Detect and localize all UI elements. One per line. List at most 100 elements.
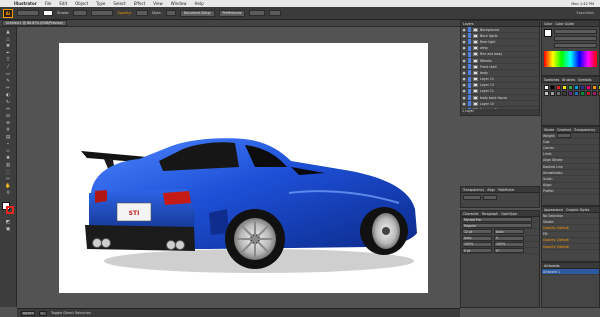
pen-tool-icon[interactable]: ✒ — [2, 51, 14, 56]
artboard-list-item[interactable]: Artboard 1 — [542, 269, 599, 276]
kerning-field[interactable]: Auto — [462, 235, 492, 241]
swatch[interactable] — [580, 85, 585, 90]
magic-wand-tool-icon[interactable]: ✱ — [2, 44, 14, 49]
swatch[interactable] — [580, 91, 585, 96]
menu-type[interactable]: Type — [96, 1, 105, 6]
type-tool-icon[interactable]: T — [2, 58, 14, 63]
eyedropper-tool-icon[interactable]: ⌁ — [2, 142, 14, 147]
menu-window[interactable]: Window — [171, 1, 187, 6]
tab-transparency[interactable]: Transparency — [574, 128, 595, 132]
tab-brushes[interactable]: Brushes — [562, 78, 575, 82]
direct-selection-tool-icon[interactable]: △ — [2, 37, 14, 42]
stroke-selector[interactable] — [43, 10, 53, 16]
visibility-eye-icon[interactable]: ● — [462, 28, 466, 32]
tab-pathfinder[interactable]: Pathfinder — [498, 188, 514, 192]
menu-edit[interactable]: Edit — [59, 1, 67, 6]
brush-selector[interactable] — [91, 10, 114, 16]
vertical-scale-field[interactable]: 100% — [462, 241, 492, 247]
rotation-field[interactable]: 0° — [494, 248, 524, 254]
rectangle-tool-icon[interactable]: ▭ — [2, 72, 14, 77]
menu-object[interactable]: Object — [75, 1, 88, 6]
fill-stroke-swatch[interactable] — [2, 202, 14, 214]
layers-tab[interactable]: Layers — [463, 22, 474, 26]
width-tool-icon[interactable]: ⇔ — [2, 107, 14, 112]
color-slider-b[interactable] — [554, 43, 597, 48]
color-slider-r[interactable] — [554, 29, 597, 34]
tab-paragraph[interactable]: Paragraph — [482, 212, 498, 216]
menu-help[interactable]: Help — [195, 1, 204, 6]
slice-tool-icon[interactable]: ✂ — [2, 177, 14, 182]
pencil-tool-icon[interactable]: ✏ — [2, 86, 14, 91]
font-style-select[interactable]: Regular — [462, 223, 532, 229]
blob-brush-tool-icon[interactable]: ◐ — [2, 93, 14, 98]
stroke-weight-input[interactable] — [557, 133, 572, 139]
tab-artboards[interactable]: Artboards — [544, 264, 560, 268]
menu-app-name[interactable]: Illustrator — [14, 1, 37, 6]
stroke-swatch[interactable] — [6, 206, 14, 214]
swatch[interactable] — [556, 91, 561, 96]
menu-file[interactable]: File — [45, 1, 52, 6]
document-setup-button[interactable]: Document Setup — [179, 9, 215, 17]
tab-stroke[interactable]: Stroke — [544, 128, 554, 132]
style-selector[interactable] — [165, 10, 176, 16]
visibility-eye-icon[interactable]: ● — [462, 46, 466, 50]
visibility-eye-icon[interactable]: ● — [462, 34, 466, 38]
gradient-tool-icon[interactable]: ▤ — [2, 135, 14, 140]
visibility-eye-icon[interactable]: ● — [462, 40, 466, 44]
menu-effect[interactable]: Effect — [134, 1, 146, 6]
opacity-field[interactable] — [135, 10, 148, 16]
blend-tool-icon[interactable]: ∞ — [2, 149, 14, 154]
leading-field[interactable]: Auto — [494, 229, 524, 235]
arrange-docs-button[interactable] — [249, 10, 266, 16]
swatch[interactable] — [556, 85, 561, 90]
tracking-field[interactable]: 0 — [494, 235, 524, 241]
artboard-tool-icon[interactable]: ⬚ — [2, 170, 14, 175]
draw-mode-icon[interactable]: ◩ — [2, 220, 14, 225]
visibility-eye-icon[interactable]: ● — [462, 102, 466, 106]
free-transform-tool-icon[interactable]: ⊡ — [2, 114, 14, 119]
color-slider-g[interactable] — [554, 36, 597, 41]
hand-tool-icon[interactable]: ✋ — [2, 184, 14, 189]
baseline-shift-field[interactable]: 0 pt — [462, 248, 492, 254]
swatch[interactable] — [568, 85, 573, 90]
font-family-select[interactable]: Myriad Pro — [462, 217, 532, 223]
visibility-eye-icon[interactable]: ● — [462, 96, 466, 100]
blend-mode-select[interactable] — [463, 195, 481, 200]
screen-mode-icon[interactable]: ▣ — [2, 227, 14, 232]
tab-appearance[interactable]: Appearance — [544, 208, 563, 212]
visibility-eye-icon[interactable]: ● — [462, 77, 466, 81]
swatch[interactable] — [550, 91, 555, 96]
tab-align[interactable]: Align — [487, 188, 495, 192]
graph-tool-icon[interactable]: ▥ — [2, 163, 14, 168]
swatch[interactable] — [544, 85, 549, 90]
paintbrush-tool-icon[interactable]: ✎ — [2, 79, 14, 84]
horizontal-scale-field[interactable]: 100% — [494, 241, 524, 247]
color-spectrum[interactable] — [544, 51, 597, 67]
workspace-switcher[interactable]: Essentials — [576, 11, 594, 15]
tab-color[interactable]: Color — [544, 22, 552, 26]
swatch[interactable] — [544, 91, 549, 96]
swatch[interactable] — [562, 91, 567, 96]
shape-builder-tool-icon[interactable]: ⊕ — [2, 121, 14, 126]
artboard-nav-field[interactable]: 1 — [39, 310, 47, 316]
menu-select[interactable]: Select — [113, 1, 125, 6]
preferences-button[interactable]: Preferences — [218, 9, 246, 17]
swatch[interactable] — [592, 85, 597, 90]
swatch[interactable] — [586, 85, 591, 90]
swatch[interactable] — [574, 91, 579, 96]
artboard[interactable]: STI — [59, 43, 428, 293]
swatch[interactable] — [568, 91, 573, 96]
swatch[interactable] — [574, 85, 579, 90]
document-tab[interactable]: Untitled-1 @ 66.67% (RGB/Preview) — [2, 20, 68, 26]
zoom-tool-icon[interactable]: ⚲ — [2, 191, 14, 196]
tab-gradient[interactable]: Gradient — [557, 128, 571, 132]
stroke-weight-field[interactable] — [73, 10, 88, 16]
menu-view[interactable]: View — [153, 1, 163, 6]
mesh-tool-icon[interactable]: # — [2, 128, 14, 133]
tab-opentype[interactable]: OpenType — [501, 212, 517, 216]
font-size-field[interactable]: 12 pt — [462, 229, 492, 235]
tab-color-guide[interactable]: Color Guide — [555, 22, 574, 26]
appearance-row[interactable]: Opacity: Default — [542, 244, 599, 251]
transform-button[interactable] — [269, 10, 282, 16]
visibility-eye-icon[interactable]: ● — [462, 59, 466, 63]
